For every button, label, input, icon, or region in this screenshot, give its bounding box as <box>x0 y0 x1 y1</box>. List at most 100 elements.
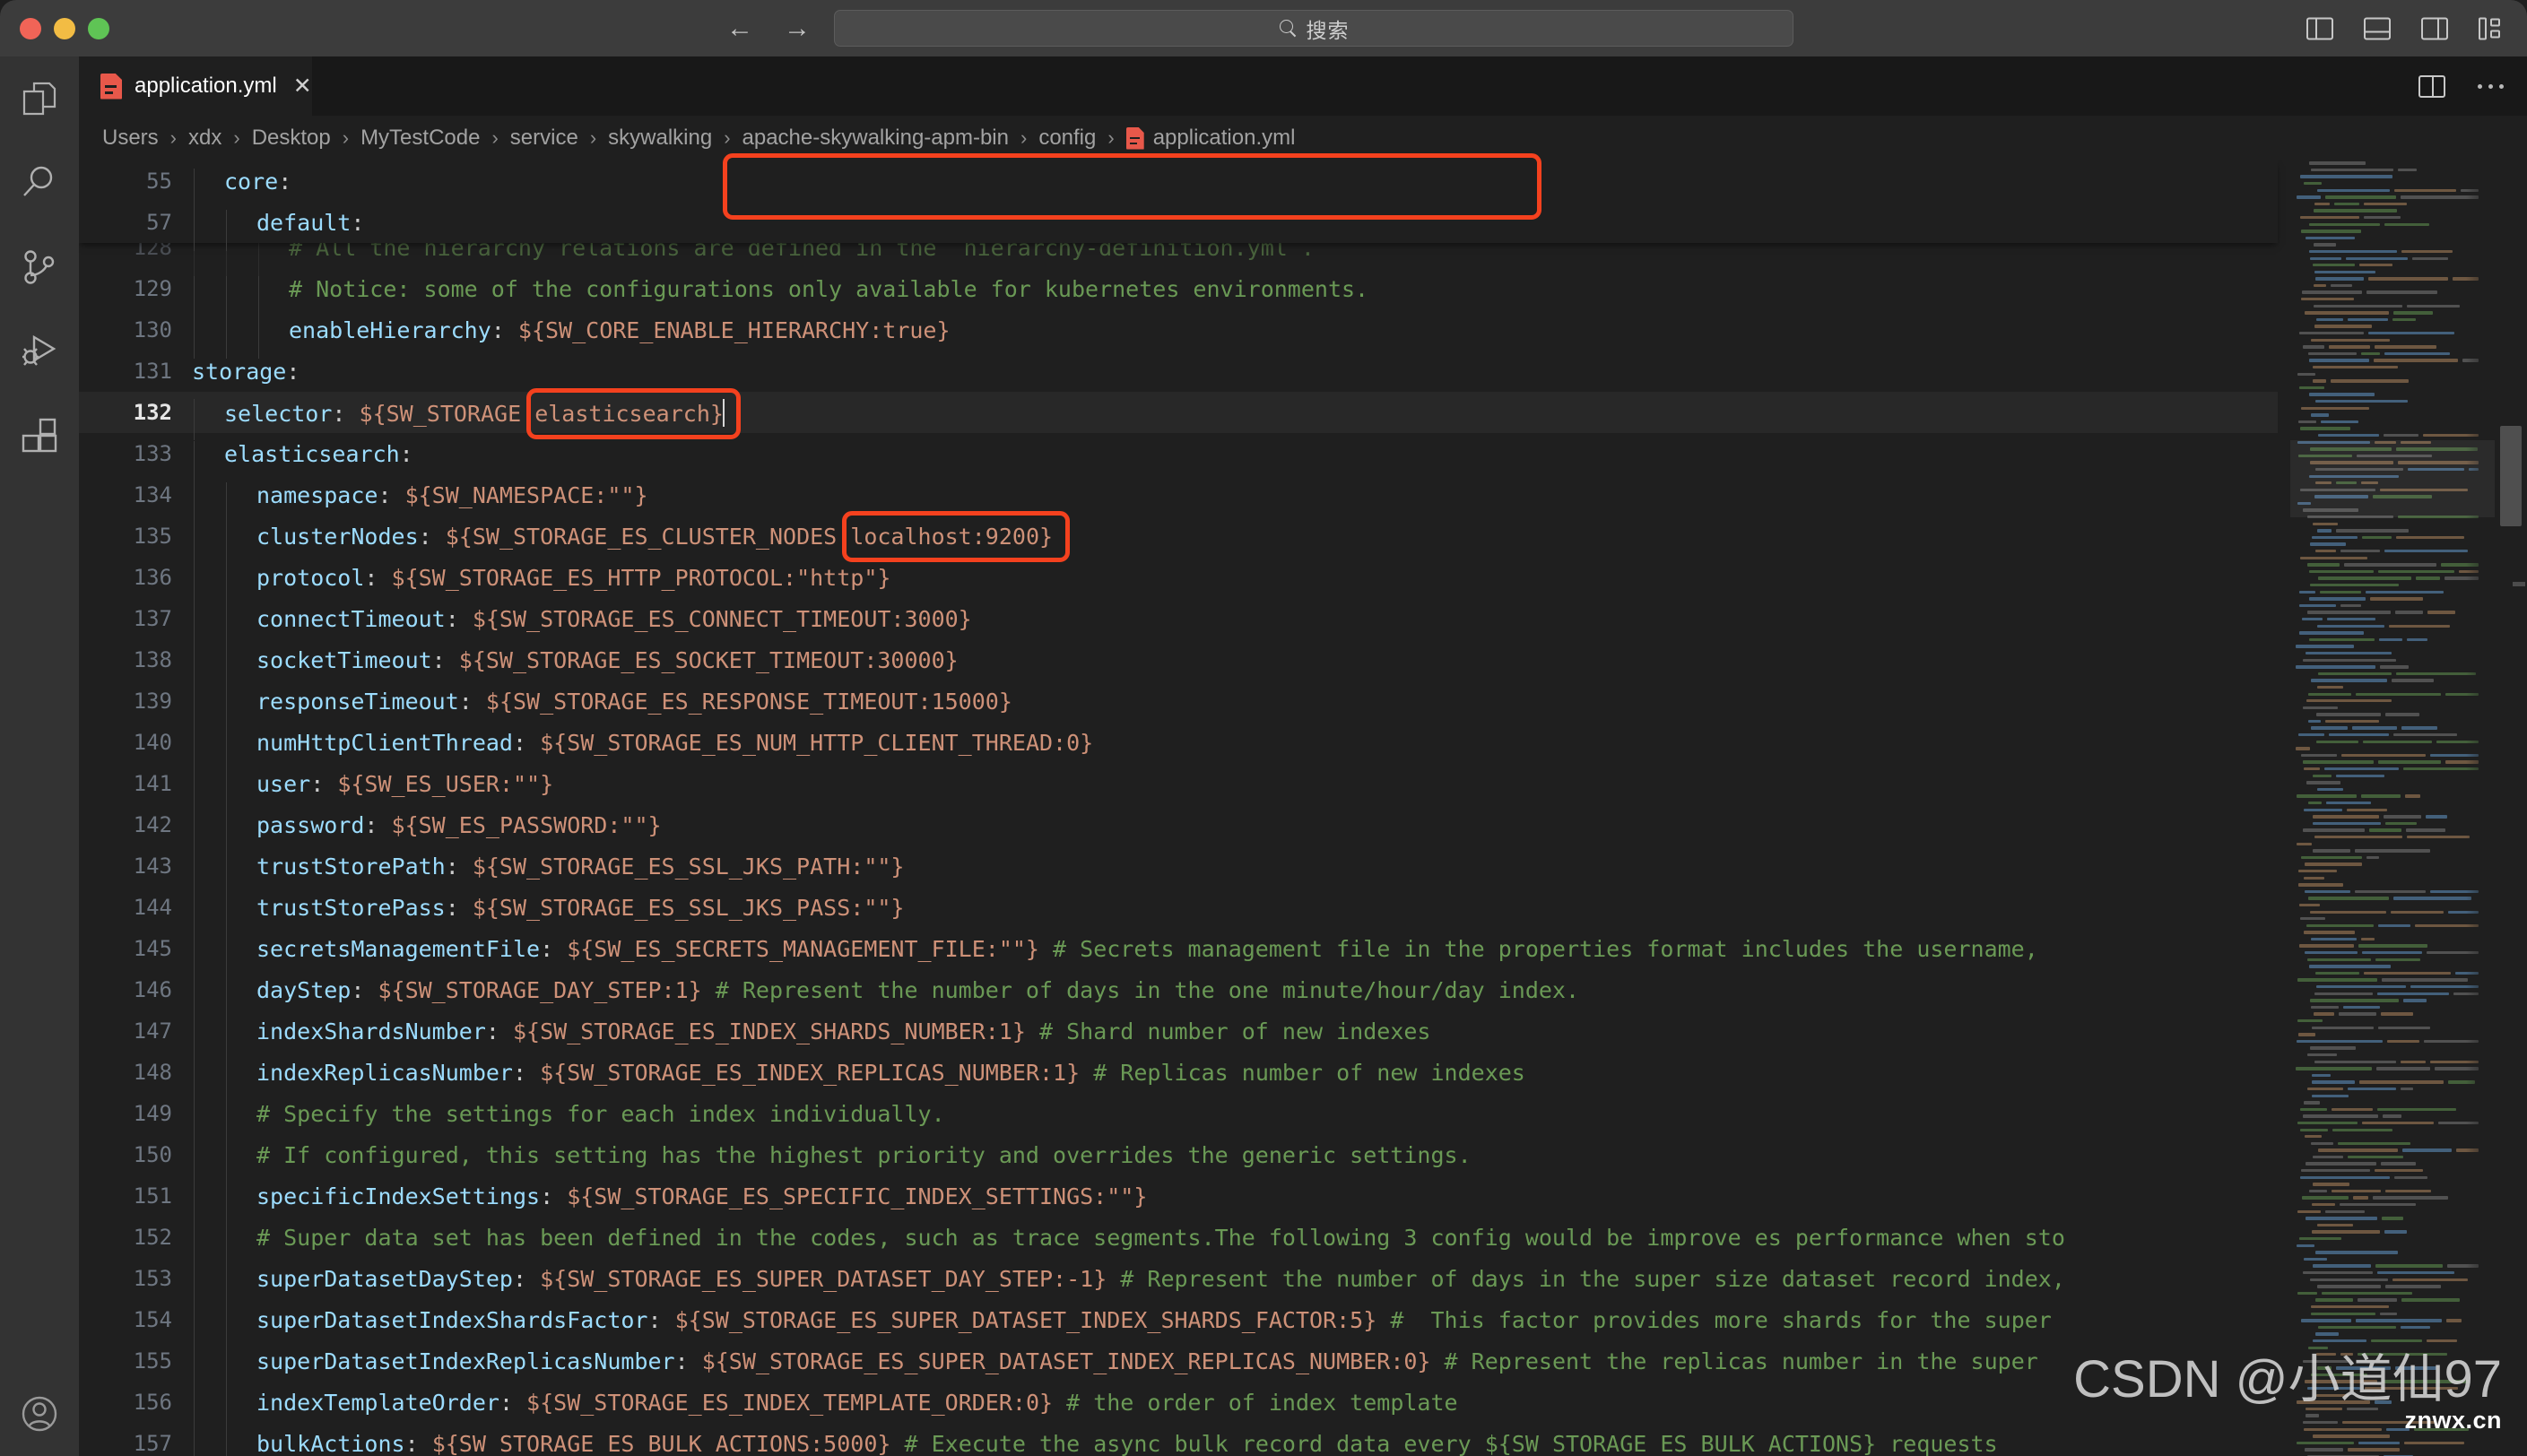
command-center-search[interactable]: 搜索 <box>834 10 1793 47</box>
navigation-controls: ← → <box>726 14 811 42</box>
breadcrumb-item-mytestcode[interactable]: MyTestCode <box>359 126 482 151</box>
close-tab-icon[interactable]: ✕ <box>293 74 312 98</box>
breadcrumb-item-config[interactable]: config <box>1037 126 1098 151</box>
code-token-var: ${SW_STORAGE:elasticsearch} <box>359 400 724 427</box>
line-number: 142 <box>133 812 172 837</box>
breadcrumb-item-xdx[interactable]: xdx <box>187 126 223 151</box>
toggle-primary-sidebar-icon[interactable] <box>2306 17 2333 39</box>
code-token-cmt: # If configured, this setting has the hi… <box>256 1141 1472 1168</box>
go-forward-icon[interactable]: → <box>784 14 811 42</box>
code-line-text: indexShardsNumber: ${SW_STORAGE_ES_INDEX… <box>192 1018 2278 1060</box>
split-editor-right-icon[interactable] <box>2418 74 2445 98</box>
code-line[interactable]: 149 # Specify the settings for each index… <box>79 1093 2278 1142</box>
code-line[interactable]: 151 specificIndexSettings: ${SW_STORAGE_E… <box>79 1175 2278 1225</box>
code-line-text: # If configured, this setting has the hi… <box>192 1141 2278 1183</box>
code-line-text: responseTimeout: ${SW_STORAGE_ES_RESPONS… <box>192 688 2278 730</box>
breadcrumb-item-desktop[interactable]: Desktop <box>250 126 333 151</box>
code-line[interactable]: 55 core: <box>79 160 2278 210</box>
code-token-punct: : <box>512 1265 541 1292</box>
code-line[interactable]: 143 trustStorePath: ${SW_STORAGE_ES_SSL_J… <box>79 845 2278 895</box>
activity-bar-item-run-and-debug[interactable] <box>0 309 79 394</box>
line-number: 130 <box>133 317 172 342</box>
code-token-var: ${SW_STORAGE_ES_SUPER_DATASET_INDEX_SHAR… <box>674 1306 1377 1333</box>
toggle-secondary-sidebar-icon[interactable] <box>2421 17 2448 39</box>
editor-tab-application-yml[interactable]: application.yml ✕ <box>79 56 312 116</box>
code-line[interactable]: 134 namespace: ${SW_NAMESPACE:""} <box>79 474 2278 524</box>
code-line-text: elasticsearch: <box>192 440 2278 482</box>
code-token-cmt: # This factor provides more shards for t… <box>1376 1306 2065 1333</box>
minimize-window-button[interactable] <box>54 17 75 39</box>
code-line[interactable]: 154 superDatasetIndexShardsFactor: ${SW_S… <box>79 1299 2278 1348</box>
editor-code-surface[interactable]: 55 core: 57 default: 128 # All the hierarchy… <box>79 160 2527 1456</box>
code-line[interactable]: 57 default: <box>79 202 2278 251</box>
code-token-punct: : <box>499 1389 527 1416</box>
code-line-text: connectTimeout: ${SW_STORAGE_ES_CONNECT_… <box>192 605 2278 647</box>
toggle-panel-icon[interactable] <box>2364 17 2391 39</box>
code-token-key: core <box>224 168 279 195</box>
breadcrumb-item-service[interactable]: service <box>508 126 580 151</box>
code-line[interactable]: 135 clusterNodes: ${SW_STORAGE_ES_CLUSTER… <box>79 516 2278 565</box>
code-line[interactable]: 129 # Notice: some of the configurations … <box>79 268 2278 317</box>
code-line[interactable]: 145 secretsManagementFile: ${SW_ES_SECRET… <box>79 928 2278 977</box>
code-line[interactable]: 140 numHttpClientThread: ${SW_STORAGE_ES_… <box>79 722 2278 771</box>
activity-bar-item-explorer[interactable] <box>0 56 79 141</box>
search-placeholder-label: 搜索 <box>1306 18 1350 42</box>
code-line[interactable]: 141 user: ${SW_ES_USER:""} <box>79 763 2278 812</box>
breadcrumb-item-application-yml[interactable]: application.yml <box>1125 126 1298 151</box>
code-token-var: ${SW_STORAGE_ES_HTTP_PROTOCOL:"http"} <box>391 564 891 591</box>
more-actions-icon[interactable] <box>2478 83 2504 89</box>
code-line[interactable]: 144 trustStorePass: ${SW_STORAGE_ES_SSL_J… <box>79 887 2278 936</box>
breadcrumb-item-apache-skywalking-apm-bin[interactable]: apache-skywalking-apm-bin <box>741 126 1011 151</box>
code-line[interactable]: 139 responseTimeout: ${SW_STORAGE_ES_RESP… <box>79 680 2278 730</box>
code-token-key: numHttpClientThread <box>256 729 513 756</box>
vscode-window: ← → 搜索 application.yml ✕ Users › xdx › D… <box>0 0 2527 1456</box>
code-line[interactable]: 156 indexTemplateOrder: ${SW_STORAGE_ES_I… <box>79 1382 2278 1431</box>
code-line[interactable]: 153 superDatasetDayStep: ${SW_STORAGE_ES_… <box>79 1258 2278 1307</box>
editor-actions <box>2418 56 2504 116</box>
code-token-key: clusterNodes <box>256 523 419 550</box>
code-line-active[interactable]: 132 selector: ${SW_STORAGE:elasticsearch} <box>79 392 2278 440</box>
code-line[interactable]: 155 superDatasetIndexReplicasNumber: ${SW… <box>79 1340 2278 1390</box>
code-token-punct: : <box>310 770 338 797</box>
minimap[interactable] <box>2290 160 2495 1456</box>
activity-bar-item-extensions[interactable] <box>0 394 79 478</box>
code-token-var: ${SW_NAMESPACE:""} <box>404 481 648 508</box>
indent-guide <box>194 1430 195 1456</box>
code-line[interactable]: 147 indexShardsNumber: ${SW_STORAGE_ES_IN… <box>79 1010 2278 1060</box>
activity-bar-item-source-control[interactable] <box>0 225 79 309</box>
breadcrumb-item-skywalking[interactable]: skywalking <box>606 126 714 151</box>
code-line[interactable]: 142 password: ${SW_ES_PASSWORD:""} <box>79 804 2278 854</box>
code-line[interactable]: 150 # If configured, this setting has the… <box>79 1134 2278 1183</box>
code-line-text: password: ${SW_ES_PASSWORD:""} <box>192 811 2278 854</box>
code-line[interactable]: 138 socketTimeout: ${SW_STORAGE_ES_SOCKET… <box>79 639 2278 689</box>
code-token-key: indexReplicasNumber <box>256 1059 513 1086</box>
code-token-var: ${SW_STORAGE_ES_SSL_JKS_PATH:""} <box>472 853 905 880</box>
code-token-cmt: # Super data set has been defined in the… <box>256 1224 2065 1251</box>
activity-bar-item-account[interactable] <box>0 1372 79 1456</box>
activity-bar-item-search[interactable] <box>0 141 79 225</box>
code-line[interactable]: 146 dayStep: ${SW_STORAGE_DAY_STEP:1} # R… <box>79 969 2278 1018</box>
code-line[interactable]: 131 storage: <box>79 351 2278 392</box>
minimap-slider[interactable] <box>2290 440 2495 517</box>
code-line[interactable]: 152 # Super data set has been defined in … <box>79 1217 2278 1266</box>
breadcrumb-item-users[interactable]: Users <box>100 126 161 151</box>
code-line[interactable]: 137 connectTimeout: ${SW_STORAGE_ES_CONNE… <box>79 598 2278 647</box>
code-line-text: superDatasetIndexShardsFactor: ${SW_STOR… <box>192 1306 2278 1348</box>
scrollbar-thumb[interactable] <box>2500 426 2522 526</box>
code-token-punct: : <box>512 1059 541 1086</box>
close-window-button[interactable] <box>20 17 41 39</box>
code-line[interactable]: 130 enableHierarchy: ${SW_CORE_ENABLE_HIE… <box>79 309 2278 359</box>
code-line-text: numHttpClientThread: ${SW_STORAGE_ES_NUM… <box>192 729 2278 771</box>
code-line[interactable]: 157 bulkActions: ${SW_STORAGE_ES_BULK_ACT… <box>79 1423 2278 1456</box>
customize-layout-icon[interactable] <box>2479 17 2500 39</box>
code-token-var: ${SW_STORAGE_ES_SUPER_DATASET_DAY_STEP:-… <box>540 1265 1107 1292</box>
maximize-window-button[interactable] <box>88 17 109 39</box>
editor-scrollbar[interactable] <box>2495 160 2527 1456</box>
code-lines-container[interactable]: 128 # All the hierarchy relations are def… <box>79 227 2278 1456</box>
breadcrumb-separator: › <box>1107 126 1115 149</box>
go-back-icon[interactable]: ← <box>726 14 753 42</box>
code-line[interactable]: 136 protocol: ${SW_STORAGE_ES_HTTP_PROTOC… <box>79 557 2278 606</box>
code-token-key: superDatasetIndexShardsFactor <box>256 1306 648 1333</box>
code-line[interactable]: 133 elasticsearch: <box>79 433 2278 482</box>
code-line[interactable]: 148 indexReplicasNumber: ${SW_STORAGE_ES_… <box>79 1052 2278 1101</box>
